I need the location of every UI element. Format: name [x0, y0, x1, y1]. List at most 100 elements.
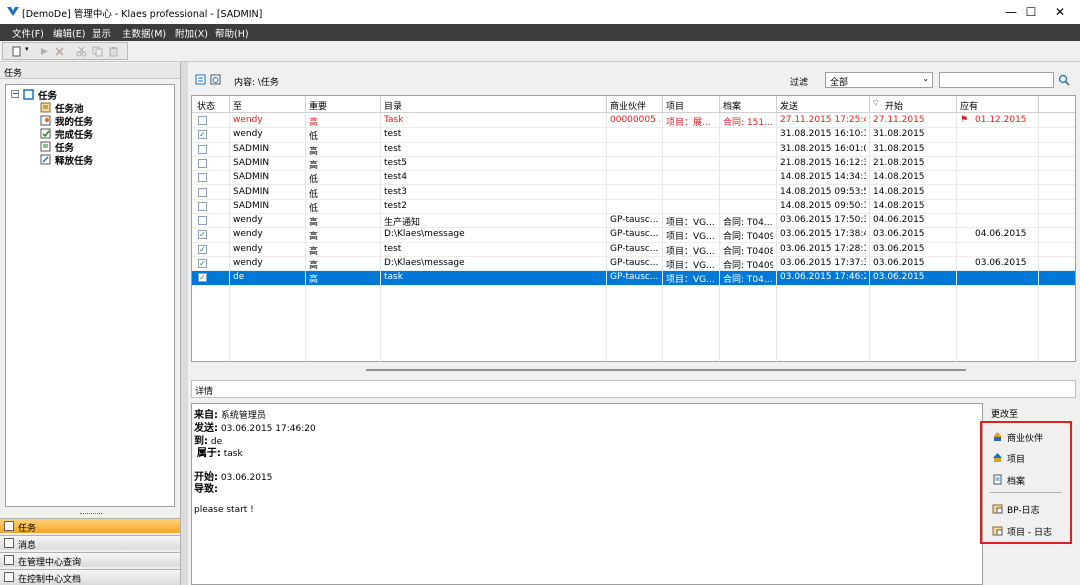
- paste-icon[interactable]: [108, 46, 119, 57]
- row-project: 项目：VG...: [666, 218, 715, 229]
- table-row[interactable]: wendy 高 Task 00000005 ... 项目：展... 合同: 151... 2…: [192, 114, 1075, 129]
- menu-master-data[interactable]: 主数据(M): [122, 26, 166, 40]
- status-checkbox[interactable]: ✓: [198, 244, 207, 254]
- menu-help[interactable]: 帮助(H): [215, 26, 249, 40]
- row-to: wendy: [233, 115, 263, 125]
- status-checkbox[interactable]: [198, 144, 207, 154]
- refresh-icon[interactable]: [210, 74, 221, 85]
- table-row[interactable]: SADMIN 低 test3 14.08.2015 09:53:53 14.08.201…: [192, 186, 1075, 200]
- status-checkbox[interactable]: ✓: [198, 259, 207, 268]
- row-priority: 高: [309, 261, 319, 271]
- copy-icon[interactable]: [92, 46, 103, 57]
- col-status[interactable]: 状态: [197, 99, 215, 112]
- tree-view-icon[interactable]: [195, 74, 206, 85]
- delete-icon[interactable]: [54, 46, 65, 57]
- nav-documents-label: 在控制中心文档: [18, 575, 82, 585]
- row-start: 14.08.2015: [873, 186, 925, 197]
- status-checkbox[interactable]: ✓: [198, 273, 207, 283]
- row-to: SADMIN: [233, 143, 270, 154]
- nav-messages-button[interactable]: 消息: [0, 535, 180, 551]
- change-to-label: 更改至: [991, 410, 1019, 420]
- menu-view[interactable]: 显示: [92, 26, 111, 40]
- tree-item-completed-tasks[interactable]: 完成任务: [55, 127, 93, 141]
- row-file: 合同: T0408: [723, 246, 773, 257]
- status-checkbox[interactable]: [198, 173, 207, 183]
- table-row[interactable]: SADMIN 低 test2 14.08.2015 09:50:18 14.08.201…: [192, 200, 1075, 215]
- forward-icon[interactable]: [39, 46, 50, 57]
- status-checkbox[interactable]: ✓: [198, 130, 207, 140]
- table-row[interactable]: ✓ wendy 低 test 31.08.2015 16:10:13 31.08.2015: [192, 128, 1075, 143]
- row-directory: 生产通知: [384, 218, 421, 229]
- table-row[interactable]: ✓ wendy 高 D:\Klaes\message GP-tausc... 项目：VG.…: [192, 257, 1075, 272]
- dropdown-arrow-icon[interactable]: ▾: [25, 45, 36, 56]
- menu-extras[interactable]: 附加(X): [175, 26, 208, 40]
- tree-item-task[interactable]: 任务: [55, 140, 74, 154]
- col-file[interactable]: 档案: [723, 99, 741, 112]
- menu-edit[interactable]: 编辑(E): [53, 26, 85, 40]
- grid-header: 状态 至 重要 目录 商业伙伴 项目 档案 发送 ▽ 开始 应有: [192, 96, 1075, 113]
- query-nav-icon: [4, 555, 14, 565]
- table-row[interactable]: SADMIN 低 test4 14.08.2015 14:34:30 14.08.201…: [192, 171, 1075, 186]
- row-project: 项目：VG...: [666, 246, 715, 257]
- tree-collapse-icon[interactable]: −: [11, 90, 19, 98]
- status-checkbox[interactable]: [198, 216, 207, 226]
- tree-root-task[interactable]: 任务: [38, 88, 57, 102]
- released-tasks-icon: [40, 154, 51, 165]
- link-project-log-label: 项目 - 日志: [1007, 528, 1052, 538]
- tree-item-my-tasks[interactable]: 我的任务: [55, 114, 93, 128]
- status-checkbox[interactable]: ✓: [198, 230, 207, 240]
- filter-select[interactable]: 全部 ⌄: [825, 72, 933, 88]
- business-partner-icon: [993, 432, 1002, 441]
- vertical-splitter[interactable]: [180, 62, 188, 585]
- col-to[interactable]: 至: [233, 99, 242, 112]
- horizontal-splitter[interactable]: [191, 367, 1076, 373]
- row-priority: 低: [309, 175, 319, 186]
- table-row[interactable]: ✓ wendy 高 D:\Klaes\message GP-tausc... 项目：VG.…: [192, 228, 1075, 243]
- row-file: 合同: T04...: [723, 218, 773, 229]
- table-row[interactable]: ✓ de 高 task GP-tausc... 项目：VG... 合同: T04... 03.…: [192, 271, 1075, 286]
- link-bp-log-label: BP-日志: [1007, 506, 1040, 516]
- status-checkbox[interactable]: [198, 187, 207, 197]
- row-to: SADMIN: [233, 186, 270, 197]
- tree-item-task-pool[interactable]: 任务池: [55, 101, 84, 115]
- tree-item-released-tasks[interactable]: 释放任务: [55, 153, 93, 167]
- change-to-panel: 商业伙伴 项目 档案 BP-日志 项目 - 日志: [980, 421, 1072, 544]
- col-sent[interactable]: 发送: [780, 99, 798, 112]
- status-checkbox[interactable]: [198, 158, 207, 168]
- search-icon[interactable]: [1057, 72, 1071, 88]
- row-project: 项目：VG...: [666, 232, 715, 243]
- table-row[interactable]: SADMIN 高 test5 21.08.2015 16:12:36 21.08.201…: [192, 157, 1075, 172]
- col-directory[interactable]: 目录: [384, 99, 402, 112]
- nav-query-button[interactable]: 在管理中心查询: [0, 552, 180, 568]
- col-partner[interactable]: 商业伙伴: [610, 99, 646, 112]
- left-panel-splitter[interactable]: [0, 511, 180, 517]
- nav-task-button[interactable]: 任务: [0, 518, 180, 534]
- cut-icon[interactable]: [76, 46, 87, 57]
- nav-documents-button[interactable]: 在控制中心文档: [0, 569, 180, 585]
- col-start[interactable]: 开始: [885, 99, 903, 112]
- task-tree: − 任务 任务池 我的任务 完成任务 任务 释放任务: [5, 84, 175, 507]
- search-input[interactable]: [939, 72, 1054, 88]
- table-row[interactable]: ✓ wendy 高 test GP-tausc... 项目：VG... 合同: T0408 0…: [192, 243, 1075, 257]
- completed-tasks-icon: [40, 128, 51, 139]
- row-priority: 高: [309, 232, 319, 243]
- link-divider: [990, 492, 1062, 493]
- table-row[interactable]: wendy 高 生产通知 GP-tausc... 项目：VG... 合同: T04... 0…: [192, 214, 1075, 229]
- detail-belongs-label: 属于:: [196, 448, 221, 459]
- table-row[interactable]: SADMIN 高 test 31.08.2015 16:01:00 31.08.2015: [192, 143, 1075, 157]
- status-checkbox[interactable]: [198, 201, 207, 211]
- row-due: 01.12.2015: [975, 115, 1027, 125]
- col-project[interactable]: 项目: [666, 99, 684, 112]
- row-due: 03.06.2015: [975, 258, 1027, 268]
- row-priority: 低: [309, 203, 319, 214]
- detail-cause-label: 导致:: [194, 484, 218, 495]
- row-due: 04.06.2015: [975, 229, 1027, 240]
- col-priority[interactable]: 重要: [309, 99, 327, 112]
- menu-file[interactable]: 文件(F): [12, 26, 44, 40]
- new-document-icon[interactable]: [11, 46, 22, 57]
- col-due[interactable]: 应有: [960, 99, 978, 112]
- left-panel-title: 任务: [4, 69, 23, 79]
- close-button[interactable]: ✕: [1037, 0, 1080, 24]
- status-checkbox[interactable]: [198, 116, 207, 125]
- row-sent: 03.06.2015 17:38:48: [780, 229, 866, 240]
